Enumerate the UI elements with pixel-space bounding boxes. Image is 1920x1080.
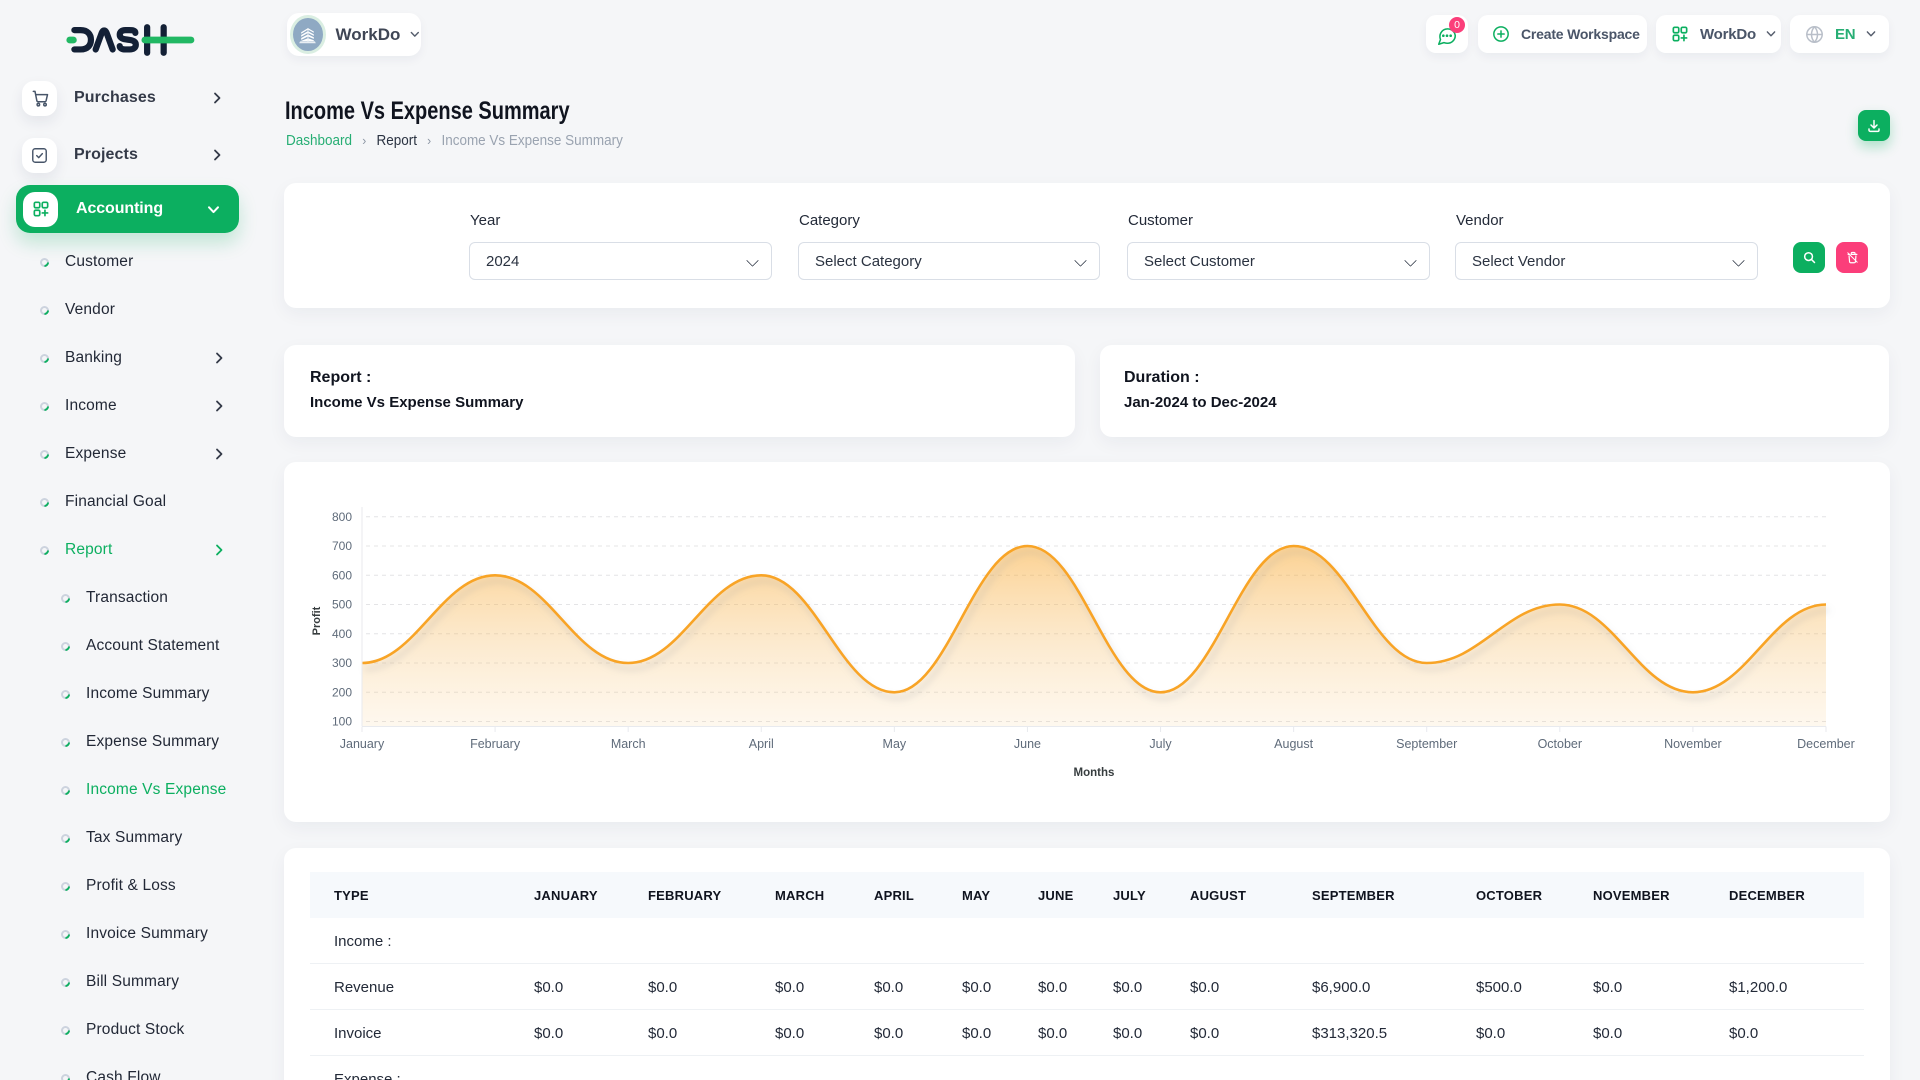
svg-text:October: October bbox=[1538, 737, 1582, 751]
svg-text:March: March bbox=[611, 737, 646, 751]
svg-text:August: August bbox=[1274, 737, 1313, 751]
svg-text:June: June bbox=[1014, 737, 1041, 751]
svg-text:Months: Months bbox=[1074, 767, 1115, 779]
svg-text:December: December bbox=[1797, 737, 1855, 751]
svg-text:300: 300 bbox=[332, 656, 352, 670]
svg-text:600: 600 bbox=[332, 568, 352, 582]
svg-text:400: 400 bbox=[332, 627, 352, 641]
svg-text:July: July bbox=[1149, 737, 1172, 751]
svg-text:September: September bbox=[1396, 737, 1457, 751]
svg-text:May: May bbox=[883, 737, 907, 751]
svg-text:100: 100 bbox=[332, 715, 352, 729]
svg-text:April: April bbox=[749, 737, 774, 751]
svg-text:500: 500 bbox=[332, 598, 352, 612]
svg-text:200: 200 bbox=[332, 685, 352, 699]
svg-text:November: November bbox=[1664, 737, 1722, 751]
svg-text:800: 800 bbox=[332, 510, 352, 524]
svg-text:700: 700 bbox=[332, 539, 352, 553]
svg-text:Profit: Profit bbox=[311, 606, 323, 635]
svg-text:January: January bbox=[340, 737, 385, 751]
svg-text:February: February bbox=[470, 737, 521, 751]
